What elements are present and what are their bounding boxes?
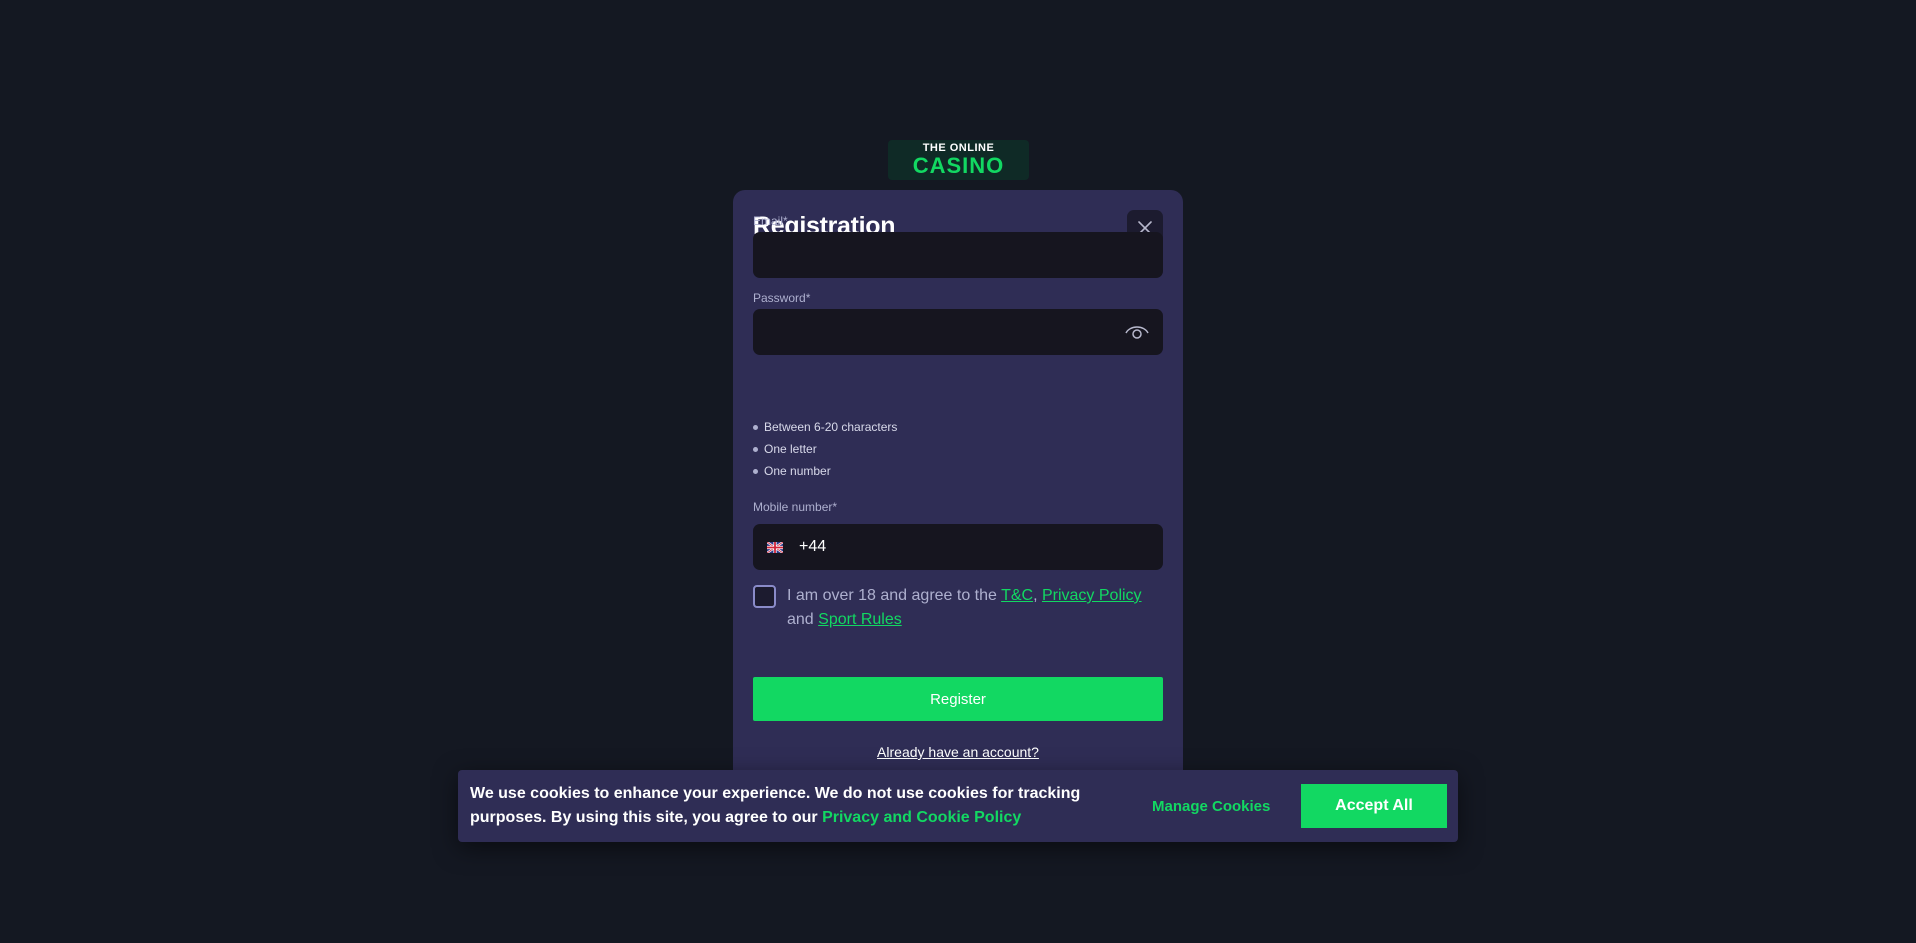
rule-text: Between 6-20 characters: [764, 420, 898, 434]
bullet-icon: [753, 468, 758, 474]
age-consent-checkbox[interactable]: [753, 585, 776, 608]
consent-text-start: I am over 18 and agree to the: [787, 587, 1002, 604]
password-field[interactable]: [753, 309, 1163, 355]
mobile-field[interactable]: +44: [753, 524, 1163, 570]
password-rules: Between 6-20 characters One letter One n…: [753, 416, 897, 482]
country-code: +44: [799, 538, 827, 555]
logo-line-2: CASINO: [912, 153, 1005, 178]
password-rule: Between 6-20 characters: [753, 416, 897, 438]
password-rule: One letter: [753, 438, 897, 460]
bullet-icon: [753, 424, 758, 430]
password-label: Password*: [753, 291, 811, 305]
consent-text: I am over 18 and agree to the T&C, Priva…: [787, 584, 1163, 632]
tc-link[interactable]: T&C: [1001, 587, 1033, 604]
consent-separator: ,: [1033, 587, 1042, 604]
consent-and: and: [787, 611, 819, 628]
accept-all-button[interactable]: Accept All: [1301, 784, 1447, 828]
manage-cookies-button[interactable]: Manage Cookies: [1152, 792, 1270, 820]
privacy-policy-link[interactable]: Privacy Policy: [1042, 587, 1142, 604]
login-link[interactable]: Already have an account?: [733, 744, 1183, 760]
email-field[interactable]: [753, 232, 1163, 278]
privacy-cookie-policy-link[interactable]: Privacy and Cookie Policy: [822, 809, 1021, 826]
uk-flag-icon[interactable]: [767, 541, 783, 553]
mobile-label: Mobile number*: [753, 500, 838, 514]
registration-modal: Registration Email* Password* Between 6-…: [733, 190, 1183, 770]
site-logo[interactable]: THE ONLINE CASINO: [888, 140, 1029, 180]
age-consent: I am over 18 and agree to the T&C, Priva…: [753, 584, 1163, 632]
email-label: Email*: [753, 214, 788, 228]
bullet-icon: [753, 446, 758, 452]
rule-text: One number: [764, 464, 831, 478]
register-button[interactable]: Register: [753, 677, 1163, 721]
password-rule: One number: [753, 460, 897, 482]
rule-text: One letter: [764, 442, 817, 456]
cookie-banner: We use cookies to enhance your experienc…: [458, 770, 1458, 842]
eye-icon[interactable]: [1125, 323, 1149, 346]
cookie-message: We use cookies to enhance your experienc…: [470, 782, 1110, 830]
sport-rules-link[interactable]: Sport Rules: [818, 611, 902, 628]
